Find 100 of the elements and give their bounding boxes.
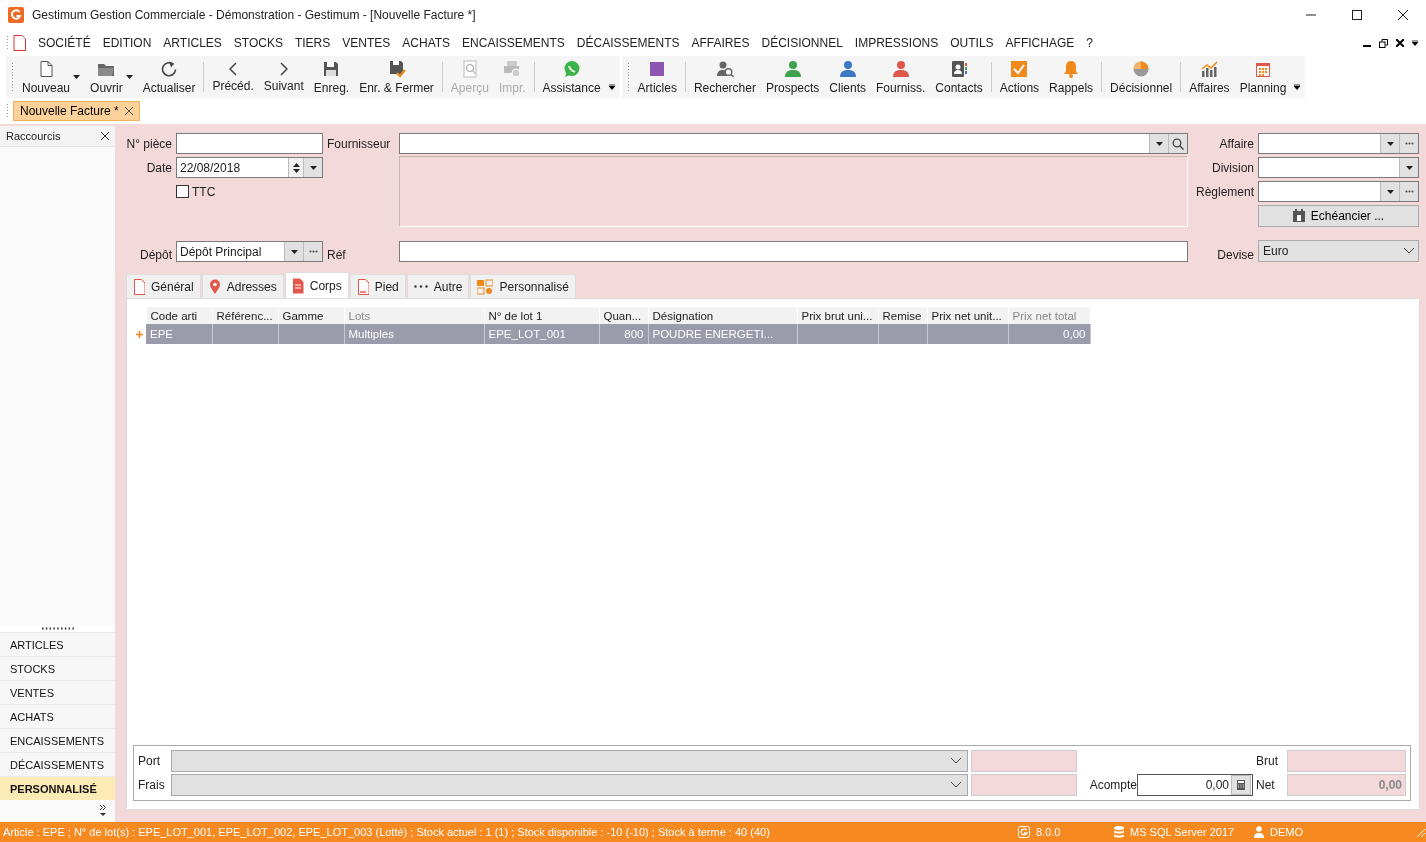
menu-item[interactable]: ? xyxy=(1080,33,1099,53)
refresh-icon xyxy=(160,59,179,78)
caret-icon xyxy=(1386,141,1394,146)
dropdown-field[interactable]: Dépôt Principal xyxy=(176,241,323,262)
sidebar-item[interactable]: PERSONNALISÉ xyxy=(0,776,115,800)
field-label: Division xyxy=(1211,160,1254,175)
column-header[interactable]: Code arti xyxy=(146,307,212,324)
field-label: Réf xyxy=(327,248,347,262)
field-label: Dépôt xyxy=(138,248,172,262)
user-label: DEMO xyxy=(1270,826,1303,838)
menu-item[interactable]: SOCIÉTÉ xyxy=(32,33,97,53)
close-icon xyxy=(1398,10,1408,20)
resize-grip-icon xyxy=(1414,826,1426,838)
toolbar-button[interactable]: Actions xyxy=(994,56,1045,98)
tab[interactable]: Adresses xyxy=(201,274,284,298)
menu-item[interactable]: VENTES xyxy=(336,33,397,53)
schedule-button[interactable]: Echéancier ... xyxy=(1258,204,1419,227)
table-cell: 0,00 xyxy=(1008,324,1090,344)
field-label: Date xyxy=(145,160,172,175)
toolbar-button[interactable]: Rechercher xyxy=(688,56,761,98)
input-field[interactable] xyxy=(399,241,1188,262)
menu-item[interactable]: OUTILS xyxy=(944,33,1000,53)
menu-item[interactable]: DÉCISIONNEL xyxy=(755,33,849,53)
supplier-combo[interactable] xyxy=(399,133,1188,154)
column-header[interactable]: Désignation xyxy=(648,307,797,324)
menu-item[interactable]: ARTICLES xyxy=(157,33,228,53)
toolbar-button[interactable]: Planning xyxy=(1234,56,1292,98)
toolbar-button[interactable]: Rappels xyxy=(1044,56,1099,98)
toolbar-button[interactable]: Enreg. xyxy=(308,56,355,98)
toolbar-button[interactable]: Assistance xyxy=(537,56,606,98)
tab[interactable]: Autre xyxy=(406,274,470,298)
close-icon xyxy=(101,132,109,140)
caret-icon xyxy=(125,75,133,79)
menu-item[interactable]: AFFAIRES xyxy=(685,33,756,53)
dropdown-field[interactable] xyxy=(1258,157,1419,178)
toolbar-button[interactable]: Ouvrir xyxy=(85,56,138,98)
menu-item[interactable]: TIERS xyxy=(288,33,337,53)
dropdown-field[interactable] xyxy=(1258,181,1419,202)
column-header[interactable]: N° de lot 1 xyxy=(484,307,599,324)
toolbar-button[interactable]: Précéd. xyxy=(207,56,259,98)
document-tab[interactable]: Nouvelle Facture * xyxy=(13,101,140,121)
caret-icon xyxy=(1155,141,1163,146)
ellipsis-icon xyxy=(1404,142,1414,145)
contact-card-icon xyxy=(950,59,969,78)
field-label: N° pièce xyxy=(125,136,172,151)
tab[interactable]: Général xyxy=(126,274,201,298)
square-icon xyxy=(648,59,667,78)
menu-item[interactable]: STOCKS xyxy=(227,33,289,53)
column-header[interactable]: Gamme xyxy=(278,307,344,324)
column-header[interactable]: Référenc... xyxy=(212,307,278,324)
input-field[interactable] xyxy=(176,133,323,154)
toolbar-button[interactable]: Articles xyxy=(632,56,682,98)
column-header[interactable]: Prix net unit... xyxy=(927,307,1008,324)
toolbar-button[interactable]: Fourniss. xyxy=(871,56,931,98)
calculator-icon xyxy=(1237,780,1245,790)
spin-icon xyxy=(292,161,300,174)
person-icon xyxy=(783,59,802,78)
caret-icon xyxy=(1405,165,1413,170)
dropdown-field[interactable] xyxy=(171,774,968,796)
toolbar-button[interactable]: Nouveau xyxy=(17,56,86,98)
toolbar-button[interactable]: Suivant xyxy=(258,56,309,98)
date-field[interactable]: 22/08/2018 xyxy=(176,157,323,178)
field-label: Fournisseur xyxy=(327,136,392,151)
checkbox[interactable] xyxy=(176,185,189,198)
toolbar-button[interactable]: Actualiser xyxy=(137,56,201,98)
amount-field[interactable]: 0,00 xyxy=(1137,774,1253,796)
tab[interactable]: Personnalisé xyxy=(470,274,576,298)
column-header[interactable]: Remise xyxy=(878,307,927,324)
chat-bubble-icon xyxy=(562,59,581,78)
menu-item[interactable]: EDITION xyxy=(96,33,158,53)
table-cell: 800 xyxy=(599,324,648,344)
toolbar-button[interactable]: Contacts xyxy=(930,56,988,98)
overflow-icon xyxy=(1412,40,1418,46)
document-icon xyxy=(133,278,145,295)
menu-item[interactable]: ACHATS xyxy=(396,33,457,53)
dropdown-field[interactable] xyxy=(1258,133,1419,154)
toolbar-button[interactable]: Clients xyxy=(824,56,871,98)
currency-select[interactable]: Euro xyxy=(1258,240,1419,262)
column-header[interactable]: Prix brut uni... xyxy=(797,307,878,324)
dropdown-field[interactable] xyxy=(171,750,968,772)
chevron-down-icon xyxy=(951,758,961,764)
tab[interactable]: Pied xyxy=(349,274,406,298)
menu-item[interactable]: IMPRESSIONS xyxy=(848,33,945,53)
field-label: Net xyxy=(1256,778,1276,792)
menu-item[interactable]: DÉCAISSEMENTS xyxy=(570,33,686,53)
toolbar-button[interactable]: Décisionnel xyxy=(1105,56,1178,98)
database-icon xyxy=(1114,826,1124,838)
toolbar-button[interactable]: Prospects xyxy=(760,56,825,98)
menu-item[interactable]: AFFICHAGE xyxy=(999,33,1081,53)
menu-item[interactable]: ENCAISSEMENTS xyxy=(456,33,571,53)
table-cell: EPE xyxy=(146,324,212,344)
column-header[interactable]: Quan... xyxy=(599,307,648,324)
document-icon xyxy=(291,277,304,294)
toolbar-button[interactable]: Affaires xyxy=(1184,56,1235,98)
table-cell: EPE_LOT_001 xyxy=(484,324,599,344)
caret-icon xyxy=(1386,189,1394,194)
tab[interactable]: Corps xyxy=(284,272,349,298)
field-label: Port xyxy=(138,754,161,768)
grip-icon xyxy=(626,62,630,92)
toolbar-button[interactable]: Enr. & Fermer xyxy=(354,56,439,98)
